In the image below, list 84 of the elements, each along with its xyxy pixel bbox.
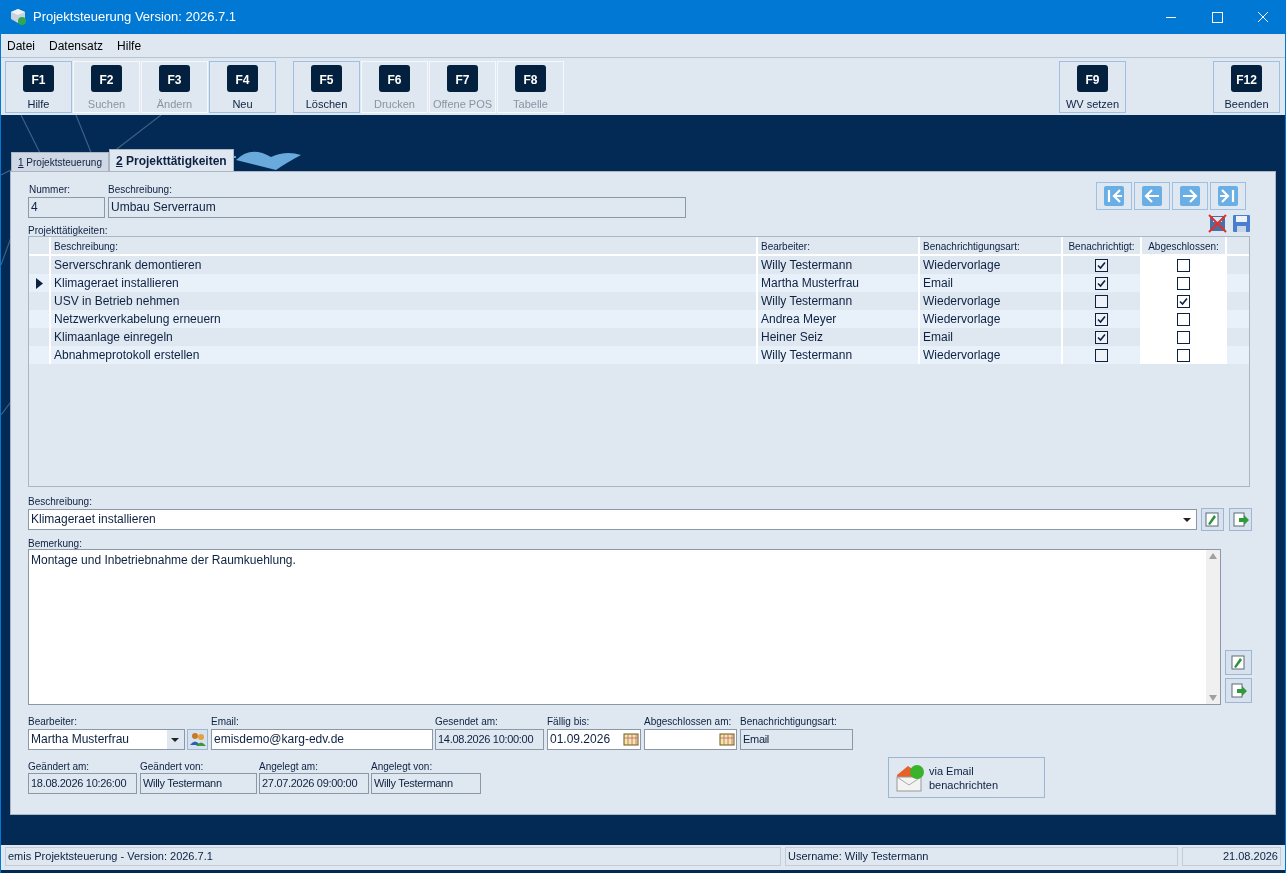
date-field[interactable] (644, 729, 737, 750)
checkbox[interactable] (1095, 330, 1108, 344)
readonly-field: Email (740, 729, 853, 750)
delete-icon[interactable] (1208, 214, 1227, 233)
field-label: Gesendet am: (435, 715, 498, 729)
checkbox[interactable] (1095, 312, 1108, 326)
field-label: Email: (211, 715, 239, 729)
calendar-icon[interactable] (622, 730, 640, 749)
column-header: Benachrichtigungsart: (920, 237, 1063, 254)
checkbox[interactable] (1095, 258, 1108, 272)
table-cell: Wiedervorlage (920, 346, 1063, 364)
function-key-button[interactable]: F12 Beenden (1213, 61, 1280, 113)
status-text: 21.08.2026 (1182, 846, 1281, 866)
first-record-icon[interactable] (1096, 182, 1132, 210)
row-pointer-icon (35, 277, 43, 289)
tab[interactable]: 2 Projekttätigkeiten (108, 149, 234, 172)
status-text: emis Projektsteuerung - Version: 2026.7.1 (5, 846, 781, 866)
field-label: Nummer: (29, 183, 71, 197)
apply-icon[interactable] (1229, 508, 1252, 531)
function-key-button[interactable]: F5 Löschen (293, 61, 360, 113)
readonly-field: Willy Testermann (140, 773, 257, 794)
dropdown-icon[interactable] (167, 730, 184, 749)
checkbox[interactable] (1177, 312, 1190, 326)
checkbox[interactable] (1177, 330, 1190, 344)
column-header: Benachrichtigt: (1063, 237, 1142, 254)
apply-icon[interactable] (1225, 678, 1252, 703)
envelope-icon (895, 762, 925, 793)
checkbox[interactable] (1095, 294, 1108, 308)
field-label: Benachrichtigungsart: (740, 715, 837, 729)
table-cell: Willy Testermann (758, 346, 920, 364)
menu-item[interactable]: Datensatz (47, 36, 106, 55)
readonly-field: 14.08.2026 10:00:00 (435, 729, 544, 750)
tab[interactable]: 1 Projektsteuerung (11, 152, 109, 171)
checkbox[interactable] (1095, 348, 1108, 362)
field-label: Beschreibung: (108, 183, 172, 197)
assignee-combo[interactable]: Martha Musterfrau (28, 729, 185, 750)
email-notify-button[interactable]: via Email benachrichten (888, 757, 1045, 798)
function-key-button[interactable]: F9 WV setzen (1059, 61, 1126, 113)
edit-text-icon[interactable] (1201, 508, 1224, 531)
calendar-icon[interactable] (718, 730, 736, 749)
description-combo[interactable]: Klimageraet installieren (28, 509, 1197, 530)
menu-item[interactable]: Hilfe (115, 36, 144, 55)
date-field[interactable]: 01.09.2026 (547, 729, 641, 750)
readonly-field: 18.08.2026 10:26:00 (28, 773, 137, 794)
scrollbar[interactable] (1206, 550, 1220, 704)
status-text: Username: Willy Testermann (785, 846, 1178, 866)
readonly-field: 27.07.2026 09:00:00 (259, 773, 369, 794)
field-label: Beschreibung: (28, 495, 92, 509)
last-record-icon[interactable] (1210, 182, 1246, 210)
table-cell: Abnahmeprotokoll erstellen (51, 346, 758, 364)
field-label: Geändert von: (140, 760, 204, 774)
field-label: Fällig bis: (547, 715, 590, 729)
field-label: Geändert am: (28, 760, 90, 774)
remark-field[interactable]: Montage und Inbetriebnahme der Raumkuehlung. (28, 549, 1221, 705)
edit-text-icon[interactable] (1225, 650, 1252, 675)
save-icon[interactable] (1232, 214, 1251, 233)
scroll-down-icon[interactable] (1209, 695, 1217, 701)
field-label: Bemerkung: (28, 537, 82, 551)
column-header: Abgeschlossen: (1142, 237, 1227, 254)
field-label: Angelegt am: (259, 760, 318, 774)
checkbox[interactable] (1177, 348, 1190, 362)
field-label: Abgeschlossen am: (644, 715, 732, 729)
menu-item[interactable]: Datei (5, 36, 37, 55)
next-icon[interactable] (1172, 182, 1208, 210)
column-header: Bearbeiter: (758, 237, 920, 254)
previous-icon[interactable] (1134, 182, 1170, 210)
email-field[interactable]: emisdemo@karg-edv.de (211, 729, 433, 750)
scroll-up-icon[interactable] (1209, 553, 1217, 559)
column-header: Beschreibung: (51, 237, 758, 254)
window-title: Projektsteuerung Version: 2026.7.1 (33, 8, 237, 27)
app-icon (9, 8, 27, 26)
readonly-field: Willy Testermann (371, 773, 481, 794)
checkbox[interactable] (1177, 276, 1190, 290)
checkbox[interactable] (1177, 258, 1190, 272)
function-key-button[interactable]: F4 Neu (209, 61, 276, 113)
function-key-button[interactable]: F1 Hilfe (5, 61, 72, 113)
people-icon[interactable] (187, 729, 208, 750)
section-label: Projekttätigkeiten: (28, 224, 108, 238)
checkbox[interactable] (1095, 276, 1108, 290)
number-field: 4 (28, 197, 105, 218)
field-label: Angelegt von: (371, 760, 433, 774)
checkbox[interactable] (1177, 294, 1190, 308)
description-field: Umbau Serverraum (108, 197, 686, 218)
field-label: Bearbeiter: (28, 715, 77, 729)
